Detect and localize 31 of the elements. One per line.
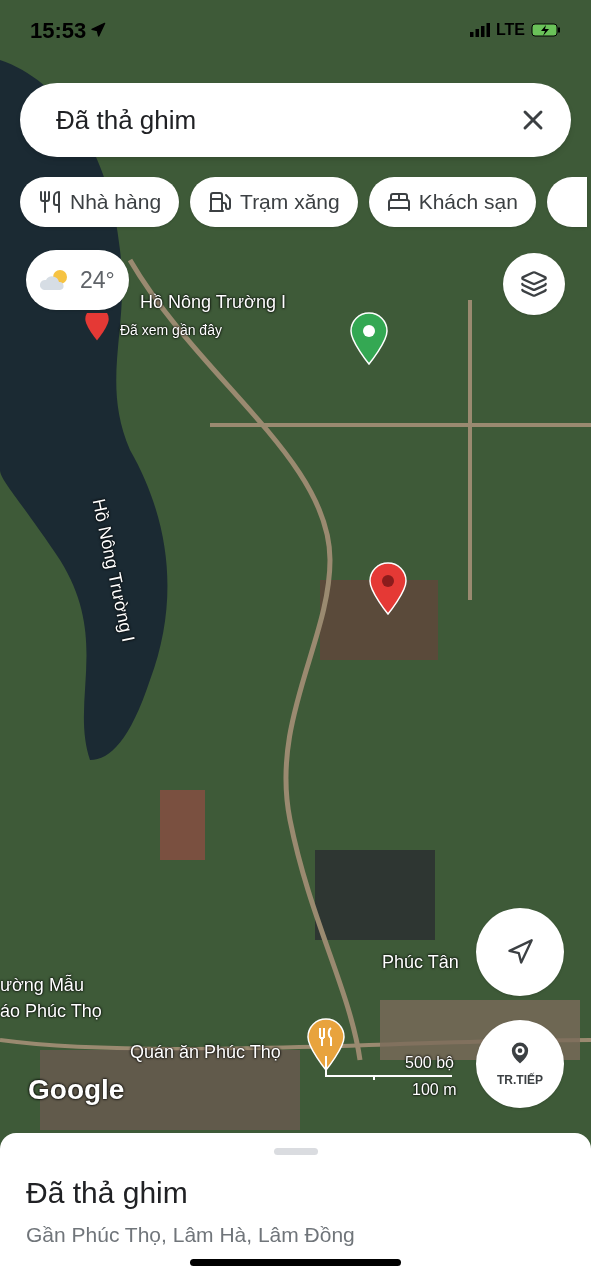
map-label: áo Phúc Thọ bbox=[0, 1000, 102, 1023]
map-pin[interactable] bbox=[349, 312, 389, 366]
location-arrow-icon bbox=[90, 22, 107, 38]
map-label: Đã xem gần đây bbox=[120, 321, 222, 340]
drag-handle[interactable] bbox=[273, 1148, 318, 1155]
category-chip[interactable]: Nhà hàng bbox=[20, 177, 180, 227]
scale-label: 500 bộ bbox=[405, 1053, 454, 1073]
network-label: LTE bbox=[495, 20, 525, 40]
battery-charging-icon bbox=[531, 23, 561, 37]
place-address: Gần Phúc Thọ, Lâm Hà, Lâm Đồng bbox=[26, 1222, 356, 1248]
status-time: 15:53 bbox=[30, 16, 87, 45]
fuel-pump-icon bbox=[208, 190, 233, 214]
navigation-arrow-icon bbox=[506, 938, 534, 966]
map-label: Hồ Nông Trường I bbox=[140, 291, 286, 314]
map-pin[interactable] bbox=[84, 313, 110, 342]
category-chip[interactable]: Khách sạn bbox=[368, 177, 536, 227]
signal-icon bbox=[469, 23, 490, 37]
map-label: ường Mẫu bbox=[0, 973, 85, 997]
map-pin[interactable] bbox=[368, 562, 408, 616]
place-title: Đã thả ghim bbox=[26, 1175, 189, 1211]
map-label: Phúc Tân bbox=[382, 951, 459, 974]
scale-label: 100 m bbox=[412, 1080, 457, 1100]
map-label: Quán ăn Phúc Thọ bbox=[130, 1041, 281, 1064]
map-attribution: Google bbox=[28, 1073, 125, 1107]
bed-icon bbox=[386, 190, 411, 214]
map-label: Hồ Nông Trường I bbox=[87, 496, 140, 645]
restaurant-pin[interactable] bbox=[306, 1018, 346, 1072]
category-chip[interactable]: Trạm xăng bbox=[190, 177, 358, 227]
search-field[interactable]: Đã thả ghim bbox=[20, 83, 571, 157]
layers-icon bbox=[520, 270, 548, 298]
utensils-icon bbox=[38, 190, 62, 214]
